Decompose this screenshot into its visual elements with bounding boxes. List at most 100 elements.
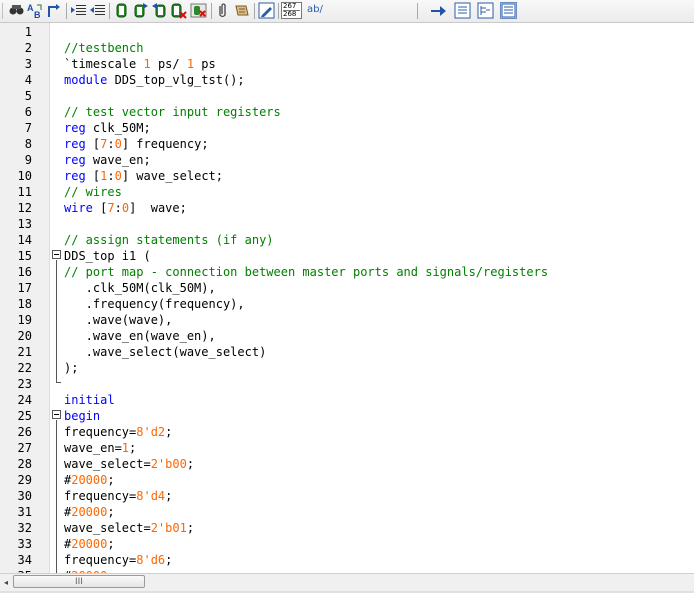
code-line: frequency=8'd4; <box>64 488 172 504</box>
line-number: 13 <box>17 217 32 231</box>
code-line: initial <box>64 392 115 408</box>
code-token: ; <box>165 425 173 439</box>
code-token: begin <box>64 409 101 423</box>
line-number: 20 <box>17 329 32 343</box>
code-token: wave_select= <box>64 457 151 471</box>
code-token: ps <box>194 57 216 71</box>
word-wrap-text: ab/ <box>307 4 323 15</box>
code-token: wave_en; <box>85 153 151 167</box>
code-editor[interactable]: 1 2 3 4 5 6 7 8 9 10 11 12 13 14 15 16 17 18 19 20 21 22 23 24 2… <box>0 23 694 573</box>
line-number-gutter: 1 2 3 4 5 6 7 8 9 10 11 12 13 14 15 16 17 18 19 20 21 22 23 24 2… <box>0 23 50 573</box>
code-line: .frequency(frequency), <box>64 296 245 312</box>
comment-block-icon[interactable] <box>500 2 517 19</box>
line-number-icon[interactable]: 267 268 <box>281 2 302 19</box>
fold-region-line <box>56 260 57 383</box>
toolbar-separator <box>254 3 255 19</box>
code-token: 2'b01 <box>150 521 187 535</box>
line-number: 19 <box>17 313 32 327</box>
code-line: .wave(wave), <box>64 312 173 328</box>
outline-icon[interactable] <box>477 2 494 19</box>
fold-toggle-begin[interactable] <box>52 410 61 419</box>
line-number: 11 <box>17 185 32 199</box>
code-token: // port map - connection between master … <box>64 265 549 279</box>
code-token: 8'd6 <box>136 553 166 567</box>
code-token: 0 <box>121 201 130 215</box>
code-line: wire [7:0] wave; <box>64 200 187 216</box>
code-token: reg <box>64 137 86 151</box>
horizontal-scrollbar[interactable]: ◂ III <box>0 573 694 591</box>
code-token: .wave_en(wave_en), <box>64 329 216 343</box>
code-line: // wires <box>64 184 122 200</box>
replace-icon[interactable]: AB <box>27 2 44 19</box>
scrollbar-thumb[interactable]: III <box>13 575 145 588</box>
code-token: 20000 <box>71 505 108 519</box>
bookmark-icon[interactable] <box>113 2 130 19</box>
code-token: 7 <box>107 201 115 215</box>
code-token: 20000 <box>71 473 108 487</box>
line-number: 23 <box>17 377 32 391</box>
line-number: 25 <box>17 409 32 423</box>
code-line: // port map - connection between master … <box>64 264 548 280</box>
code-token: 8'd4 <box>136 489 166 503</box>
next-bookmark-icon[interactable] <box>132 2 149 19</box>
code-line: .clk_50M(clk_50M), <box>64 280 216 296</box>
line-number: 29 <box>17 473 32 487</box>
code-line: wave_select=2'b01; <box>64 520 194 536</box>
code-token: ; <box>186 457 195 471</box>
code-token: 1 <box>121 441 130 455</box>
list-icon[interactable] <box>454 2 471 19</box>
code-token: reg <box>64 169 86 183</box>
code-line: wave_select=2'b00; <box>64 456 194 472</box>
code-line: .wave_en(wave_en), <box>64 328 216 344</box>
code-token: 2'b00 <box>150 457 187 471</box>
code-line: DDS_top i1 ( <box>64 248 151 264</box>
scroll-icon[interactable] <box>233 2 250 19</box>
line-number: 30 <box>17 489 32 503</box>
line-number: 17 <box>17 281 32 295</box>
code-token: clk_50M; <box>85 121 151 135</box>
code-line: //testbench <box>64 40 143 56</box>
code-token: ; <box>107 537 115 551</box>
line-number: 33 <box>17 537 32 551</box>
toolbar-separator <box>109 3 110 19</box>
code-line: reg wave_en; <box>64 152 151 168</box>
line-number: 10 <box>17 169 32 183</box>
code-line: wave_en=1; <box>64 440 136 456</box>
code-token: 1 <box>143 57 151 71</box>
code-token: ); <box>64 361 79 375</box>
unindent-icon[interactable] <box>89 2 106 19</box>
find-icon[interactable] <box>8 2 25 19</box>
code-token: .wave(wave), <box>64 313 173 327</box>
code-line: ); <box>64 360 78 376</box>
toolbar: AB 267 268 ab/ <box>0 0 694 23</box>
code-line: #20000; <box>64 472 115 488</box>
code-token: [ <box>92 201 108 215</box>
scroll-left-arrow-icon[interactable]: ◂ <box>0 574 12 591</box>
line-number: 22 <box>17 361 32 375</box>
arrow-right-icon[interactable] <box>430 2 447 19</box>
code-token: frequency= <box>64 553 137 567</box>
line-number: 2 <box>24 41 32 55</box>
line-number: 16 <box>17 265 32 279</box>
line-number: 9 <box>24 153 32 167</box>
prev-bookmark-icon[interactable] <box>151 2 168 19</box>
indent-icon[interactable] <box>70 2 87 19</box>
line-number: 1 <box>24 25 32 39</box>
code-token: module <box>64 73 108 87</box>
code-line: .wave_select(wave_select) <box>64 344 267 360</box>
code-token: wave_en= <box>64 441 122 455</box>
code-token: : <box>114 201 122 215</box>
fold-toggle-ddstop[interactable] <box>52 250 61 259</box>
goto-icon[interactable] <box>46 2 63 19</box>
clear-bookmarks-icon[interactable] <box>190 2 207 19</box>
paperclip-icon[interactable] <box>214 2 231 19</box>
code-token: // test vector input registers <box>64 105 281 119</box>
line-number-text-bottom: 268 <box>283 10 297 18</box>
delete-bookmark-icon[interactable] <box>170 2 187 19</box>
word-wrap-icon[interactable]: ab/ <box>306 2 328 19</box>
code-token: ; <box>165 553 173 567</box>
code-line: frequency=8'd6; <box>64 552 172 568</box>
edit-icon[interactable] <box>258 2 275 19</box>
code-token: ] frequency; <box>121 137 209 151</box>
svg-text:B: B <box>34 10 41 19</box>
